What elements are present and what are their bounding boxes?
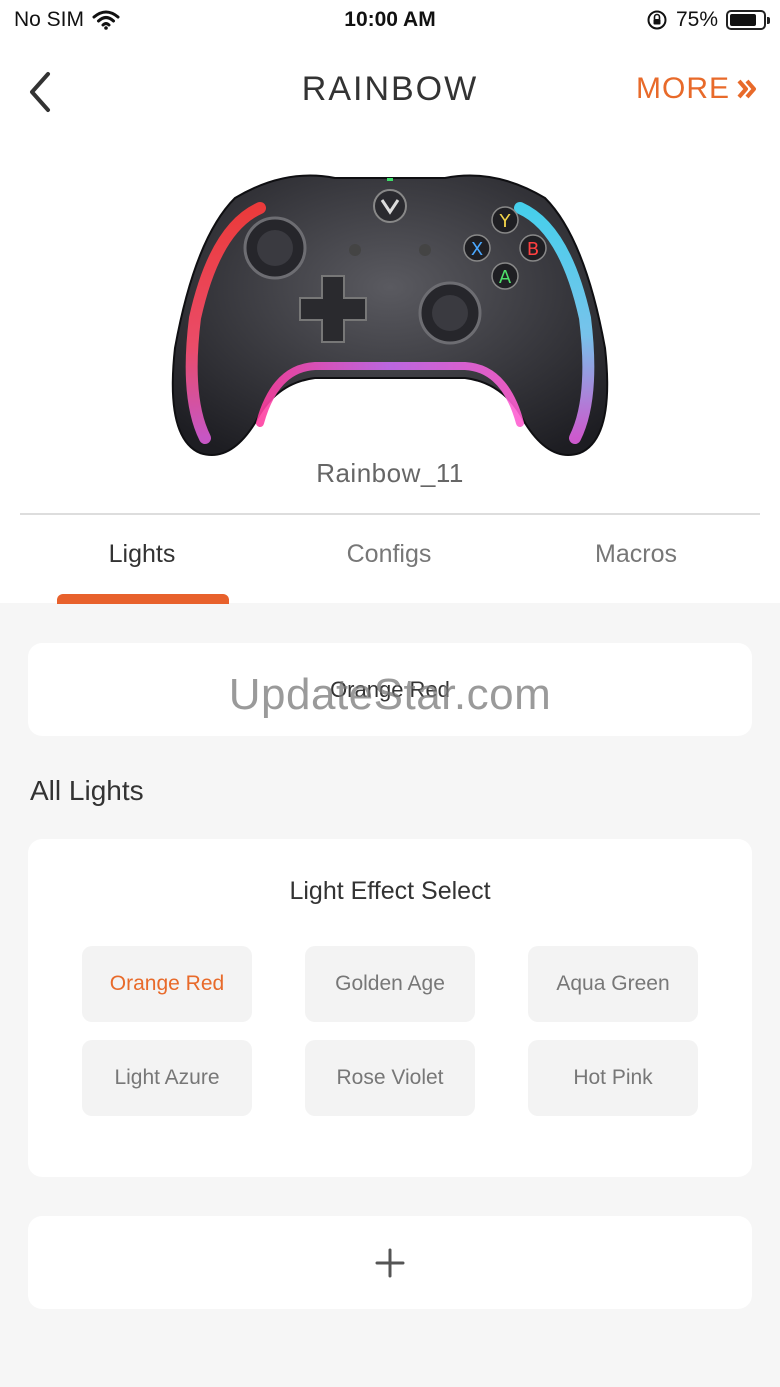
divider <box>20 513 760 515</box>
orientation-lock-icon <box>647 10 667 30</box>
nav-bar: RAINBOW MORE <box>0 52 780 132</box>
light-effect-title: Light Effect Select <box>289 877 491 905</box>
device-name: Rainbow_11 <box>316 458 464 488</box>
section-title: All Lights <box>30 775 144 806</box>
double-chevron-right-icon <box>737 79 756 99</box>
effect-option-orange-red[interactable]: Orange Red <box>82 946 252 1022</box>
effect-option-rose-violet[interactable]: Rose Violet <box>305 1040 475 1116</box>
battery-percent: 75% <box>675 8 718 31</box>
more-button[interactable]: MORE <box>636 72 758 106</box>
effect-option-golden-age[interactable]: Golden Age <box>305 946 475 1022</box>
light-effect-card: Light Effect Select Orange Red Golden Ag… <box>28 839 752 1177</box>
svg-text:B: B <box>527 239 539 260</box>
svg-text:X: X <box>471 239 483 260</box>
active-tab-indicator <box>57 594 229 604</box>
header-panel: No SIM 10:00 AM 75% RAINBOW MORE Y X B A… <box>0 0 780 604</box>
effect-option-light-azure[interactable]: Light Azure <box>82 1040 252 1116</box>
effect-option-aqua-green[interactable]: Aqua Green <box>528 946 698 1022</box>
battery-icon <box>726 10 770 30</box>
plus-icon <box>375 1248 405 1277</box>
status-bar: No SIM 10:00 AM 75% <box>0 0 780 42</box>
add-light-button[interactable] <box>28 1216 752 1309</box>
tab-lights[interactable]: Lights <box>12 540 272 569</box>
svg-text:Y: Y <box>499 211 512 232</box>
controller-image: Y X B A <box>171 174 609 456</box>
tab-configs[interactable]: Configs <box>259 540 519 569</box>
effect-option-hot-pink[interactable]: Hot Pink <box>528 1040 698 1116</box>
current-effect-card[interactable]: Orange Red <box>28 643 752 736</box>
svg-text:A: A <box>499 267 512 288</box>
current-effect-label: Orange Red <box>330 676 450 702</box>
tab-macros[interactable]: Macros <box>506 540 766 569</box>
more-label: MORE <box>636 72 730 105</box>
